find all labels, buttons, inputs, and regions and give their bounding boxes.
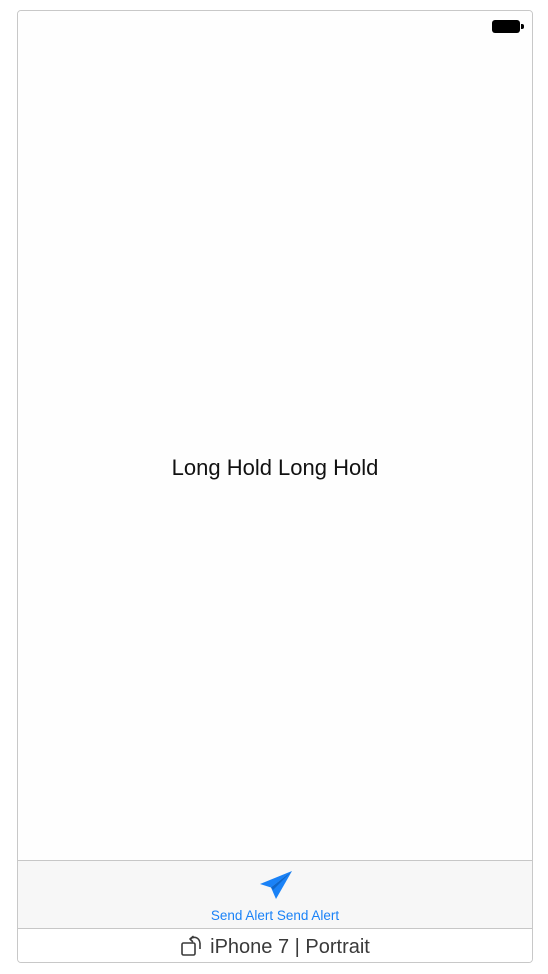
tab-send-alert[interactable]: Send Alert Send Alert <box>175 861 375 928</box>
battery-full-icon <box>492 20 524 33</box>
footer-content: iPhone 7 | Portrait <box>18 933 532 959</box>
tab-send-alert-label: Send Alert Send Alert <box>210 908 340 923</box>
paper-plane-icon <box>260 871 292 899</box>
device-config-footer: iPhone 7 | Portrait <box>18 928 532 962</box>
view-controller-screen: Long Hold Long Hold <box>18 11 532 860</box>
device-frame: Long Hold Long Hold Send Alert Send Aler… <box>17 10 533 963</box>
device-label[interactable]: iPhone 7 | Portrait <box>210 936 370 958</box>
tab-bar: Send Alert Send Alert <box>18 860 532 928</box>
rotate-device-icon[interactable] <box>180 933 204 957</box>
center-label[interactable]: Long Hold Long Hold <box>18 455 532 481</box>
